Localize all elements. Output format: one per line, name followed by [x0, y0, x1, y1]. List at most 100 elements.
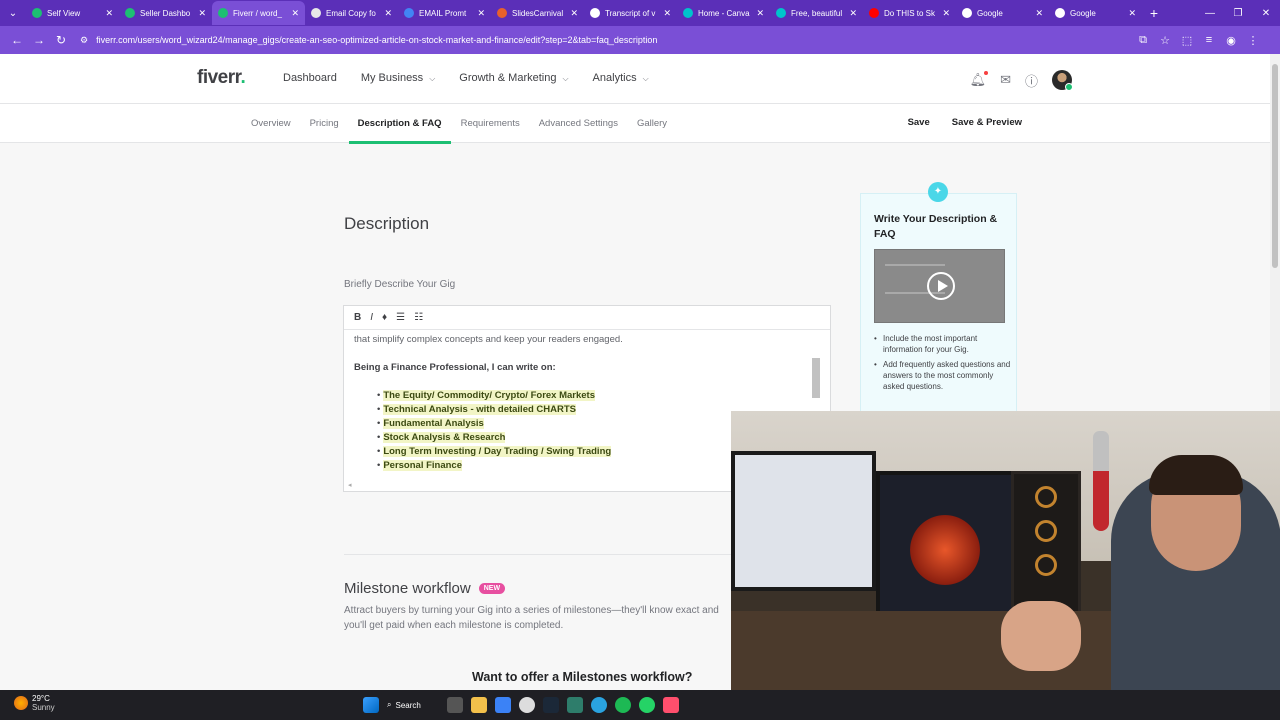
tab-close-icon[interactable]: ✕ [942, 8, 950, 19]
nav-growth-marketing[interactable]: Growth & Marketing ⌵ [459, 72, 568, 84]
editor-hscroll-icon[interactable]: ◂ [348, 481, 352, 489]
chevron-down-icon: ⌵ [642, 74, 649, 83]
back-icon[interactable]: ← [6, 33, 28, 47]
chrome-icon[interactable] [519, 697, 535, 713]
browser-tab[interactable]: Google ✕ [1049, 1, 1142, 25]
save-button[interactable]: Save [908, 117, 930, 128]
step-advanced-settings[interactable]: Advanced Settings [539, 118, 618, 129]
bullet-list-icon[interactable]: ☷ [414, 312, 423, 323]
reload-icon[interactable]: ↻ [50, 33, 72, 47]
browser-tab[interactable]: Free, beautiful ✕ [770, 1, 863, 25]
tab-close-icon[interactable]: ✕ [570, 8, 578, 19]
ordered-list-icon[interactable]: ☰ [396, 312, 405, 323]
search-label: Search [395, 700, 421, 710]
new-tab-button[interactable]: + [1142, 5, 1166, 21]
taskbar-search[interactable]: ⌕ Search [387, 700, 439, 710]
browser-tab[interactable]: Do THIS to Sk ✕ [863, 1, 956, 25]
tab-favicon-icon [869, 8, 879, 18]
telegram-icon[interactable] [591, 697, 607, 713]
topic-item: • The Equity/ Commodity/ Crypto/ Forex Ma… [377, 389, 820, 403]
topic-text: Long Term Investing / Day Trading / Swin… [383, 446, 612, 457]
profile-icon[interactable]: ◉ [1220, 34, 1242, 47]
chevron-down-icon: ⌵ [429, 74, 436, 83]
tab-close-icon[interactable]: ✕ [198, 8, 206, 19]
url-field[interactable]: ⚙ fiverr.com/users/word_wizard24/manage_… [72, 30, 1122, 50]
logo-text: fiverr [197, 67, 241, 88]
highlight-icon[interactable]: ♦ [382, 312, 387, 323]
tab-label: Do THIS to Sk [884, 8, 935, 18]
extensions-icon[interactable]: ⬚ [1176, 34, 1198, 47]
browser-tab[interactable]: Email Copy fo ✕ [305, 1, 398, 25]
close-window-icon[interactable]: ✕ [1252, 8, 1280, 19]
italic-icon[interactable]: I [370, 312, 373, 323]
tip-video[interactable] [874, 249, 1005, 323]
tab-label: EMAIL Promt [419, 8, 467, 18]
browser-tab[interactable]: Fiverr / word_ ✕ [212, 1, 305, 25]
play-icon[interactable] [927, 272, 955, 300]
notepad-icon[interactable] [495, 697, 511, 713]
tab-close-icon[interactable]: ✕ [1128, 8, 1136, 19]
step-description-faq[interactable]: Description & FAQ [348, 118, 451, 144]
mail-icon[interactable]: ✉ [1000, 72, 1011, 88]
browser-tab[interactable]: Google ✕ [956, 1, 1049, 25]
steam-icon[interactable] [543, 697, 559, 713]
tab-label: SlidesCarnival [512, 8, 564, 18]
step-overview[interactable]: Overview [251, 118, 291, 129]
weather-widget[interactable]: 29°C Sunny [14, 694, 55, 712]
bookmark-star-icon[interactable]: ☆ [1154, 34, 1176, 47]
menu-icon[interactable]: ⋮ [1242, 34, 1264, 47]
browser-tab[interactable]: Self View ✕ [26, 1, 119, 25]
step-requirements[interactable]: Requirements [461, 118, 520, 129]
restore-icon[interactable]: ❐ [1224, 8, 1252, 19]
tab-close-icon[interactable]: ✕ [1035, 8, 1043, 19]
tab-close-icon[interactable]: ✕ [384, 8, 392, 19]
avatar[interactable] [1052, 70, 1073, 91]
minimize-icon[interactable]: — [1196, 8, 1224, 19]
browser-tab[interactable]: Transcript of v ✕ [584, 1, 677, 25]
tab-favicon-icon [962, 8, 972, 18]
logo-dot: . [240, 67, 246, 88]
file-explorer-icon[interactable] [471, 697, 487, 713]
spotify-icon[interactable] [615, 697, 631, 713]
bullet-icon: • [377, 460, 381, 471]
save-preview-button[interactable]: Save & Preview [952, 117, 1022, 128]
tab-close-icon[interactable]: ✕ [477, 8, 485, 19]
app-icon[interactable] [567, 697, 583, 713]
window-controls: — ❐ ✕ [1196, 0, 1280, 26]
nav-analytics[interactable]: Analytics ⌵ [593, 72, 649, 84]
browser-tab[interactable]: Seller Dashbo ✕ [119, 1, 212, 25]
step-gallery[interactable]: Gallery [637, 118, 667, 129]
fiverr-logo[interactable]: fiverr. [197, 67, 246, 89]
help-icon[interactable]: ⓘ [1025, 71, 1038, 90]
browser-tab[interactable]: SlidesCarnival ✕ [491, 1, 584, 25]
notification-bell-icon[interactable]: 🔔︎ [970, 71, 988, 88]
tab-favicon-icon [218, 8, 228, 18]
bold-icon[interactable]: B [354, 312, 361, 323]
windows-start-icon[interactable] [363, 697, 379, 713]
tip-item: Add frequently asked questions and answe… [874, 359, 1012, 392]
nav-my-business[interactable]: My Business ⌵ [361, 72, 435, 84]
browser-tab[interactable]: Home - Canva ✕ [677, 1, 770, 25]
step-pricing[interactable]: Pricing [310, 118, 339, 129]
nav-dashboard[interactable]: Dashboard [283, 72, 337, 84]
task-view-icon[interactable] [447, 697, 463, 713]
tab-close-icon[interactable]: ✕ [291, 8, 299, 19]
tab-close-icon[interactable]: ✕ [105, 8, 113, 19]
browser-tab[interactable]: EMAIL Promt ✕ [398, 1, 491, 25]
subheading: Being a Finance Professional, I can writ… [354, 362, 556, 373]
media-icon[interactable]: ≡ [1198, 34, 1220, 47]
brief-label: Briefly Describe Your Gig [344, 279, 456, 290]
whatsapp-icon[interactable] [639, 697, 655, 713]
site-info-icon[interactable]: ⚙ [80, 35, 88, 46]
milestone-description: Attract buyers by turning your Gig into … [344, 605, 719, 631]
tip-card: Write Your Description & FAQ Include the… [860, 193, 1017, 413]
tab-close-icon[interactable]: ✕ [663, 8, 671, 19]
app-icon[interactable] [663, 697, 679, 713]
site-header: fiverr. Dashboard My Business ⌵ Growth & … [0, 54, 1270, 104]
tab-label: Google [1070, 8, 1096, 18]
tab-close-icon[interactable]: ✕ [756, 8, 764, 19]
tab-close-icon[interactable]: ✕ [849, 8, 857, 19]
forward-icon[interactable]: → [28, 33, 50, 47]
tab-search-icon[interactable]: ⌄ [0, 0, 26, 26]
install-icon[interactable]: ⧉ [1132, 34, 1154, 47]
